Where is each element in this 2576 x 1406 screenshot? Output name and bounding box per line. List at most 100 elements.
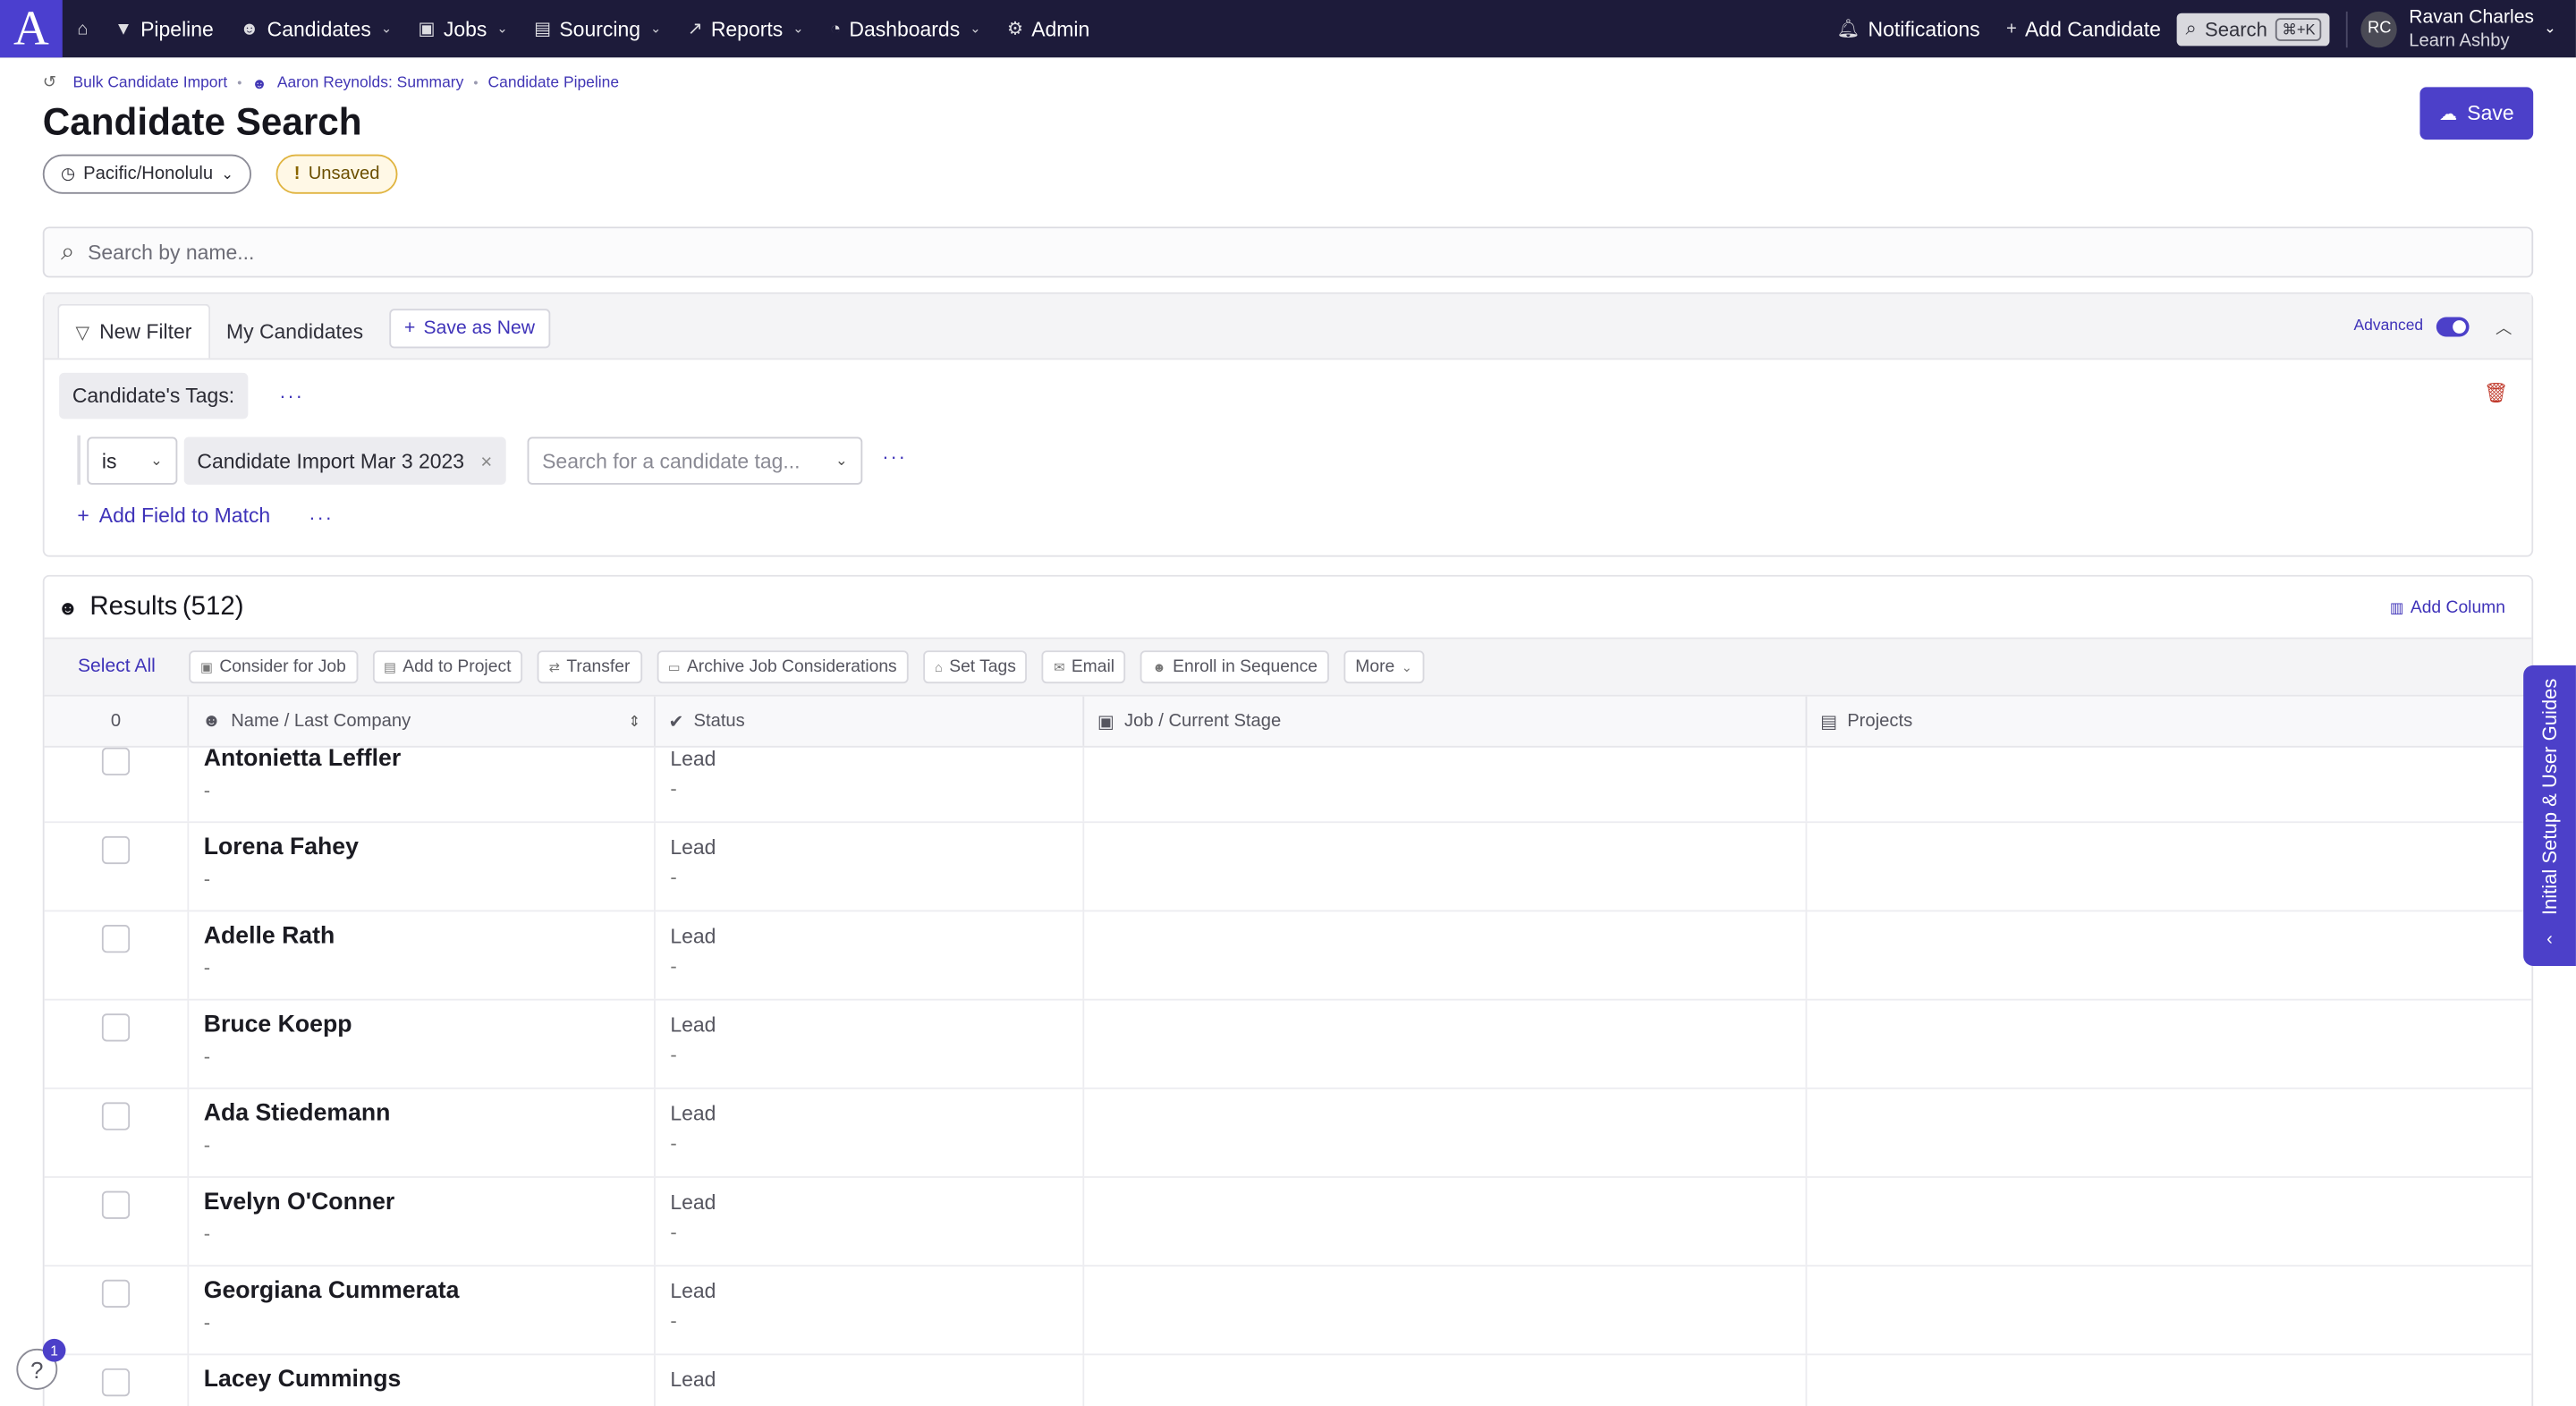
row-checkbox[interactable] <box>101 1368 131 1397</box>
nav-sourcing[interactable]: ▤ Sourcing ⌄ <box>521 0 674 57</box>
candidate-name[interactable]: Georgiana Cummerata <box>204 1278 654 1304</box>
transfer-button[interactable]: ⇄ Transfer <box>537 650 642 684</box>
archive-button[interactable]: ▭ Archive Job Considerations <box>656 650 909 684</box>
user-guides-label: Initial Setup & User Guides <box>2538 678 2562 916</box>
projects-cell <box>1807 1266 2531 1353</box>
field-options-icon[interactable]: ··· <box>279 385 304 408</box>
column-name[interactable]: ☻ Name / Last Company ⇕ <box>189 696 656 746</box>
nav-candidates[interactable]: ☻ Candidates ⌄ <box>227 0 405 57</box>
row-checkbox[interactable] <box>101 1279 131 1309</box>
sort-icon[interactable]: ⇕ <box>628 712 640 730</box>
column-projects[interactable]: ▤ Projects <box>1807 697 2531 746</box>
set-tags-button[interactable]: ⌂ Set Tags <box>923 650 1028 684</box>
operator-select[interactable]: is ⌄ <box>87 436 178 485</box>
avatar[interactable]: RC <box>2361 10 2398 47</box>
column-job[interactable]: ▣ Job / Current Stage <box>1084 696 1808 746</box>
candidate-name[interactable]: Evelyn O'Conner <box>204 1190 654 1215</box>
row-checkbox[interactable] <box>101 1013 131 1042</box>
status-sub: - <box>670 1220 677 1244</box>
trash-icon[interactable]: 🗑︎ <box>2484 381 2509 404</box>
close-icon[interactable]: × <box>480 449 492 472</box>
add-to-project-button[interactable]: ▤ Add to Project <box>372 650 523 684</box>
table-row[interactable]: Lacey Cummings - Lead - <box>45 1355 2532 1406</box>
global-search[interactable]: ⌕ Search ⌘+K <box>2177 12 2331 46</box>
tab-new-filter[interactable]: ▽ New Filter <box>57 303 210 359</box>
table-row[interactable]: Evelyn O'Conner - Lead - <box>44 1177 2532 1267</box>
save-as-new-button[interactable]: + Save as New <box>389 309 550 349</box>
condition-bar <box>77 435 80 485</box>
chevron-up-icon[interactable]: ︿ <box>2496 314 2512 338</box>
tag-search-input[interactable]: Search for a candidate tag... ⌄ <box>527 436 863 485</box>
folder-icon: ▤ <box>1820 712 1838 733</box>
people-icon: ☻ <box>251 74 267 91</box>
more-button[interactable]: More ⌄ <box>1343 650 1424 684</box>
last-company: - <box>204 1400 654 1406</box>
global-search-label: Search <box>2204 17 2267 40</box>
nav-jobs[interactable]: ▣ Jobs ⌄ <box>405 0 521 57</box>
row-select-cell <box>45 1088 190 1177</box>
add-field-options-icon[interactable]: ··· <box>309 506 334 529</box>
column-projects-label: Projects <box>1847 711 1913 732</box>
nav-dashboards[interactable]: ◔ Dashboards ⌄ <box>817 0 994 57</box>
chevron-down-icon[interactable]: ⌄ <box>2544 20 2556 38</box>
candidate-name[interactable]: Lacey Cummings <box>204 1367 654 1393</box>
breadcrumb-item[interactable]: Bulk Candidate Import <box>73 74 228 92</box>
timezone-select[interactable]: ◷ Pacific/Honolulu ⌄ <box>42 154 252 194</box>
row-select-cell <box>45 911 190 999</box>
bulk-actions-toolbar: Select All ▣ Consider for Job ▤ Add to Pro… <box>44 639 2532 697</box>
nav-reports[interactable]: ↗ Reports ⌄ <box>674 0 817 57</box>
email-button[interactable]: ✉ Email <box>1042 650 1126 684</box>
candidate-name[interactable]: Ada Stiedemann <box>204 1101 654 1127</box>
chevron-down-icon: ⌄ <box>1401 659 1412 674</box>
name-search-field[interactable]: ⌕ <box>42 226 2534 278</box>
table-row[interactable]: Lorena Fahey - Lead - <box>44 823 2532 912</box>
consider-for-job-button[interactable]: ▣ Consider for Job <box>189 650 358 684</box>
breadcrumb-item[interactable]: Candidate Pipeline <box>488 74 620 92</box>
name-search-input[interactable] <box>88 241 1074 264</box>
table-row[interactable]: Adelle Rath - Lead - <box>44 911 2532 1001</box>
history-icon: ↺ <box>42 73 57 92</box>
user-menu[interactable]: Ravan Charles Learn Ashby <box>2409 5 2534 51</box>
table-row[interactable]: Ada Stiedemann - Lead - <box>44 1088 2532 1178</box>
column-status[interactable]: ✔ Status <box>656 696 1085 746</box>
row-select-cell <box>45 1266 190 1354</box>
notifications-button[interactable]: 🔔︎ Notifications <box>1824 0 1993 57</box>
row-checkbox[interactable] <box>101 835 131 865</box>
warning-icon: ! <box>293 164 301 184</box>
transfer-label: Transfer <box>566 656 631 677</box>
breadcrumb-item[interactable]: Aaron Reynolds: Summary <box>277 74 464 92</box>
job-cell <box>1084 1355 1808 1406</box>
table-row[interactable]: Georgiana Cummerata - Lead - <box>44 1266 2532 1356</box>
row-checkbox[interactable] <box>101 1102 131 1131</box>
candidate-name[interactable]: Antonietta Leffler <box>204 748 654 773</box>
ashby-logo[interactable]: A <box>0 0 63 58</box>
tag-chip: Candidate Import Mar 3 2023 × <box>183 436 505 485</box>
home-nav[interactable]: ⌂ <box>63 0 101 57</box>
table-row[interactable]: Antonietta Leffler - Lead - <box>44 747 2532 824</box>
add-field-button[interactable]: + Add Field to Match <box>77 504 270 528</box>
select-all-button[interactable]: Select All <box>45 657 190 677</box>
column-name-label: Name / Last Company <box>231 711 411 732</box>
nav-admin[interactable]: ⚙ Admin <box>994 0 1103 57</box>
advanced-toggle[interactable] <box>2436 316 2470 336</box>
nav-candidates-label: Candidates <box>267 17 371 40</box>
add-column-button[interactable]: ▥ Add Column <box>2390 598 2505 618</box>
row-checkbox[interactable] <box>101 925 131 953</box>
add-column-label: Add Column <box>2410 597 2505 618</box>
table-row[interactable]: Bruce Koepp - Lead - <box>44 1000 2532 1089</box>
nav-pipeline[interactable]: ▼ Pipeline <box>101 0 226 57</box>
unsaved-badge: ! Unsaved <box>275 154 398 194</box>
candidate-name[interactable]: Bruce Koepp <box>204 1012 654 1038</box>
save-button[interactable]: ☁ Save <box>2419 87 2534 140</box>
row-checkbox[interactable] <box>101 1190 131 1219</box>
candidate-name[interactable]: Adelle Rath <box>204 923 654 949</box>
condition-options-icon[interactable]: ··· <box>882 445 907 469</box>
add-candidate-button[interactable]: + Add Candidate <box>1993 0 2174 57</box>
candidate-name[interactable]: Lorena Fahey <box>204 834 654 860</box>
row-checkbox[interactable] <box>101 747 131 775</box>
tab-my-candidates[interactable]: My Candidates <box>210 304 380 359</box>
user-guides-tab[interactable]: Initial Setup & User Guides ‹ <box>2523 665 2576 966</box>
enroll-sequence-button[interactable]: ☻ Enroll in Sequence <box>1140 650 1329 684</box>
status-value: Lead <box>670 925 716 948</box>
sequence-icon: ☻ <box>1152 659 1166 674</box>
